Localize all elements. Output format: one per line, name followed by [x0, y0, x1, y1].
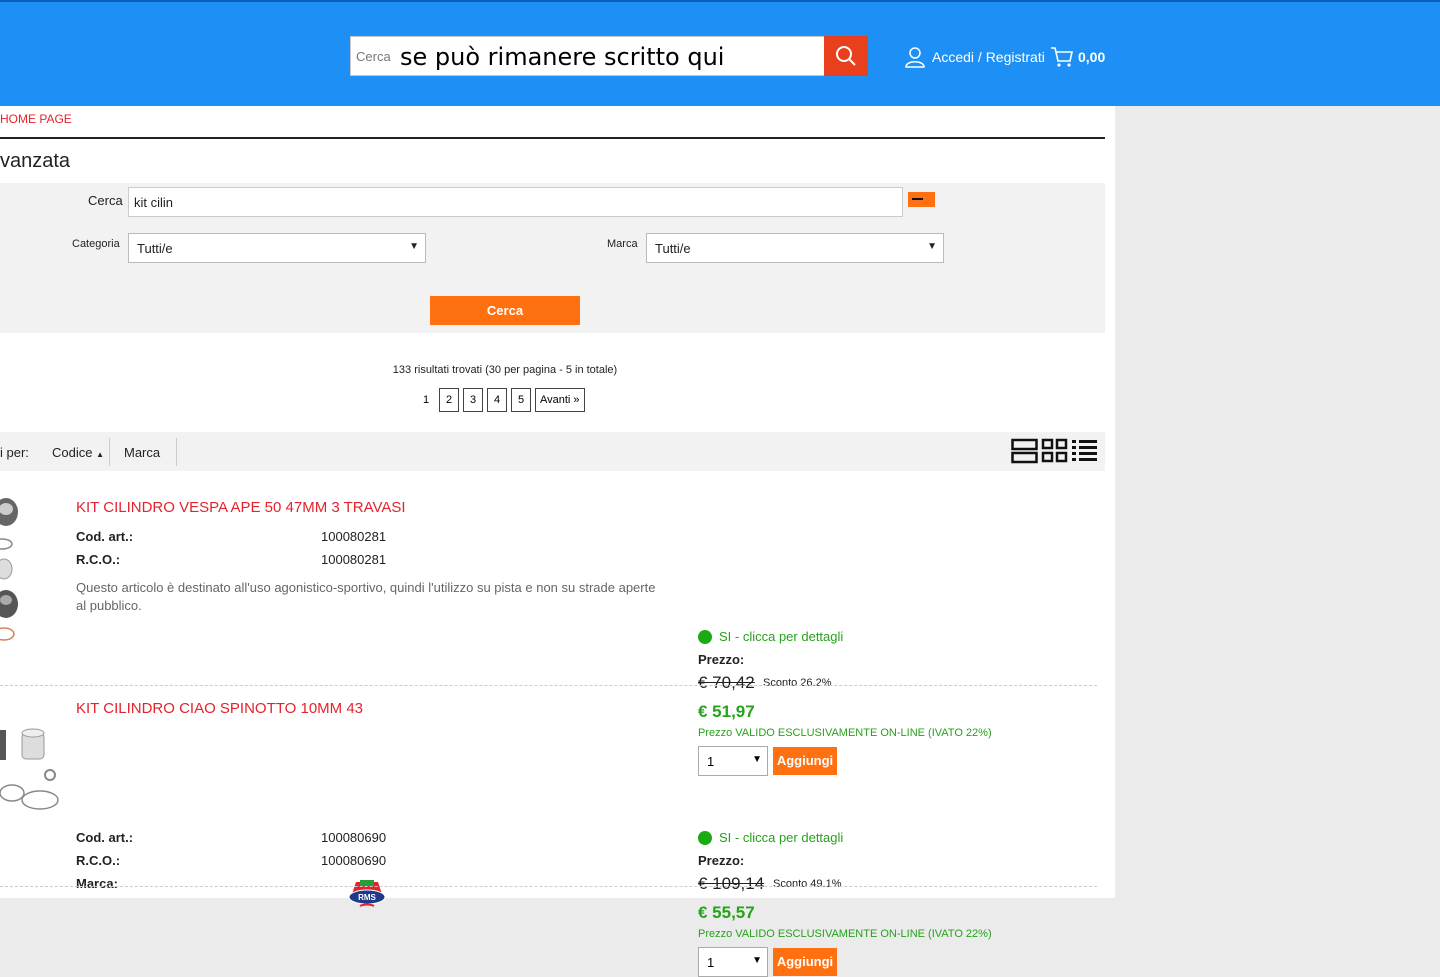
user-icon [905, 47, 925, 68]
site-header: Cerca se può rimanere scritto qui Accedi… [0, 0, 1440, 106]
code-value: 100080281 [321, 529, 387, 544]
price-label: Prezzo: [698, 652, 745, 667]
view-switcher [1011, 438, 1099, 464]
brand-selected-value: Tutti/e [655, 241, 691, 256]
login-register-link[interactable]: Accedi / Registrati [904, 45, 1045, 69]
login-register-label: Accedi / Registrati [932, 49, 1045, 65]
discount-text: Sconto 49.1% [773, 878, 842, 890]
product-description: Questo articolo è destinato all'uso agon… [76, 580, 656, 613]
list-large-view-icon[interactable] [1011, 438, 1039, 464]
search-field-label: Cerca [88, 193, 123, 208]
rco-label: R.C.O.: [76, 552, 121, 567]
code-label: Cod. art.: [76, 529, 134, 544]
product-title[interactable]: KIT CILINDRO VESPA APE 50 47MM 3 TRAVASI [76, 499, 406, 516]
pagination: 1 2 3 4 5 Avanti » [419, 388, 589, 412]
price-note: Prezzo VALIDO ESCLUSIVAMENTE ON-LINE (IV… [698, 928, 992, 940]
header-search-input[interactable]: Cerca se può rimanere scritto qui [350, 36, 825, 76]
breadcrumb-divider [0, 137, 1105, 139]
advanced-search-submit-button[interactable]: Cerca [430, 296, 580, 325]
product-divider [0, 685, 1097, 686]
search-icon [836, 46, 856, 66]
availability-text: SI - clicca per dettagli [719, 629, 844, 644]
rco-value: 100080281 [321, 552, 387, 567]
rco-value: 100080690 [321, 853, 387, 868]
sort-label: i per: [0, 445, 29, 460]
quantity-value: 1 [707, 955, 715, 970]
product-title[interactable]: KIT CILINDRO CIAO SPINOTTO 10MM 43 [76, 700, 363, 717]
chevron-down-icon: ▼ [752, 955, 762, 966]
chevron-down-icon: ▼ [409, 241, 419, 252]
cart-total: 0,00 [1078, 49, 1106, 65]
main-content: HOME PAGE vanzata Cerca kit cilin Catego… [0, 106, 1115, 977]
cart-icon [1051, 47, 1073, 67]
availability-dot-icon [698, 830, 712, 845]
current-page: 1 [422, 394, 430, 406]
rco-label: R.C.O.: [76, 853, 121, 868]
sort-by-brand[interactable]: Marca [124, 445, 160, 460]
code-label: Cod. art.: [76, 830, 134, 845]
cart-link[interactable]: 0,00 [1050, 45, 1105, 69]
category-label: Categoria [72, 238, 120, 250]
breadcrumb-home[interactable]: HOME PAGE [0, 112, 72, 126]
search-placeholder: Cerca [356, 49, 391, 64]
header-search-button[interactable] [824, 36, 868, 76]
collapse-filters-button[interactable] [908, 192, 935, 207]
advanced-search-input[interactable]: kit cilin [128, 187, 903, 217]
availability-text: SI - clicca per dettagli [719, 830, 844, 845]
price-label: Prezzo: [698, 853, 745, 868]
grid-view-icon[interactable] [1041, 438, 1069, 464]
results-summary: 133 risultati trovati (30 per pagina - 5… [392, 364, 618, 376]
brand-field-label: Marca: [76, 876, 118, 891]
page-title: vanzata [0, 150, 71, 172]
page-link[interactable]: 4 [487, 388, 507, 412]
next-page-link[interactable]: Avanti » [535, 388, 585, 412]
product-item: KIT CILINDRO CIAO SPINOTTO 10MM 43 Cod. … [0, 687, 1097, 977]
current-price: € 55,57 [698, 903, 755, 922]
availability-link[interactable]: SI - clicca per dettagli [698, 629, 843, 644]
sort-divider [109, 438, 110, 466]
add-to-cart-button[interactable]: Aggiungi [773, 948, 837, 976]
product-item: KIT CILINDRO VESPA APE 50 47MM 3 TRAVASI… [0, 486, 1097, 776]
sort-up-icon: ▲ [96, 450, 105, 459]
sort-by-code[interactable]: Codice ▲ [52, 445, 104, 460]
brand-label: Marca [607, 238, 638, 250]
sort-divider [176, 438, 177, 466]
list-view-icon[interactable] [1071, 438, 1099, 464]
chevron-down-icon: ▼ [927, 241, 937, 252]
quantity-select[interactable]: 1 ▼ [698, 947, 768, 977]
advanced-search-panel: Cerca kit cilin Categoria Tutti/e ▼ Marc… [0, 183, 1105, 333]
brand-select[interactable]: Tutti/e ▼ [646, 233, 944, 263]
product-image[interactable] [0, 494, 22, 644]
search-typed-text: se può rimanere scritto qui [400, 43, 725, 71]
rms-brand-logo: RMS [348, 880, 386, 907]
category-select[interactable]: Tutti/e ▼ [128, 233, 426, 263]
old-price: € 109,14 [698, 874, 765, 893]
availability-dot-icon [698, 629, 712, 644]
page-link[interactable]: 3 [463, 388, 483, 412]
code-value: 100080690 [321, 830, 387, 845]
page-link[interactable]: 2 [439, 388, 459, 412]
availability-link[interactable]: SI - clicca per dettagli [698, 830, 843, 845]
product-image[interactable] [0, 725, 62, 815]
product-divider [0, 886, 1097, 887]
sort-bar: i per: Codice ▲ Marca [0, 432, 1105, 471]
page-link[interactable]: 5 [511, 388, 531, 412]
category-selected-value: Tutti/e [137, 241, 173, 256]
